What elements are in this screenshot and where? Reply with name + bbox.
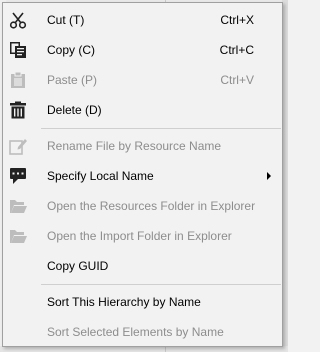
scissors-icon [9, 11, 27, 29]
copy-icon [9, 41, 27, 59]
menu-item-shortcut: Ctrl+C [219, 43, 254, 57]
menu-item-sort-hierarchy[interactable]: Sort This Hierarchy by Name [3, 287, 282, 317]
menu-item-copy-guid[interactable]: Copy GUID [3, 251, 282, 281]
menu-item-label: Delete (D) [47, 103, 102, 117]
menu-item-open-import-folder[interactable]: Open the Import Folder in Explorer [3, 221, 282, 251]
folder-open-icon [9, 227, 27, 245]
context-menu: Cut (T) Ctrl+X Copy (C) Ctrl+C Paste (P)… [2, 2, 283, 347]
menu-item-label: Rename File by Resource Name [47, 139, 222, 153]
menu-item-label: Copy GUID [47, 259, 109, 273]
menu-separator [41, 128, 281, 129]
menu-item-open-resources-folder[interactable]: Open the Resources Folder in Explorer [3, 191, 282, 221]
menu-item-delete[interactable]: Delete (D) [3, 95, 282, 125]
menu-item-label: Specify Local Name [47, 169, 154, 183]
menu-item-label: Copy (C) [47, 43, 96, 57]
menu-separator [41, 284, 281, 285]
menu-item-specify-local-name[interactable]: Specify Local Name [3, 161, 282, 191]
menu-item-label: Open the Resources Folder in Explorer [47, 199, 256, 213]
folder-open-icon [9, 197, 27, 215]
menu-item-label: Sort Selected Elements by Name [47, 325, 224, 339]
menu-item-label: Open the Import Folder in Explorer [47, 229, 232, 243]
speech-bubble-icon [9, 167, 27, 185]
menu-item-copy[interactable]: Copy (C) Ctrl+C [3, 35, 282, 65]
menu-item-paste[interactable]: Paste (P) Ctrl+V [3, 65, 282, 95]
menu-item-label: Paste (P) [47, 73, 98, 87]
submenu-arrow-icon [267, 172, 271, 180]
menu-item-shortcut: Ctrl+V [220, 73, 254, 87]
menu-item-shortcut: Ctrl+X [220, 13, 254, 27]
menu-item-label: Cut (T) [47, 13, 85, 27]
trash-icon [9, 101, 27, 119]
paste-icon [9, 71, 27, 89]
menu-item-sort-selected[interactable]: Sort Selected Elements by Name [3, 317, 282, 347]
pencil-edit-icon [9, 137, 27, 155]
menu-item-label: Sort This Hierarchy by Name [47, 295, 201, 309]
menu-item-rename-file[interactable]: Rename File by Resource Name [3, 131, 282, 161]
menu-item-cut[interactable]: Cut (T) Ctrl+X [3, 5, 282, 35]
